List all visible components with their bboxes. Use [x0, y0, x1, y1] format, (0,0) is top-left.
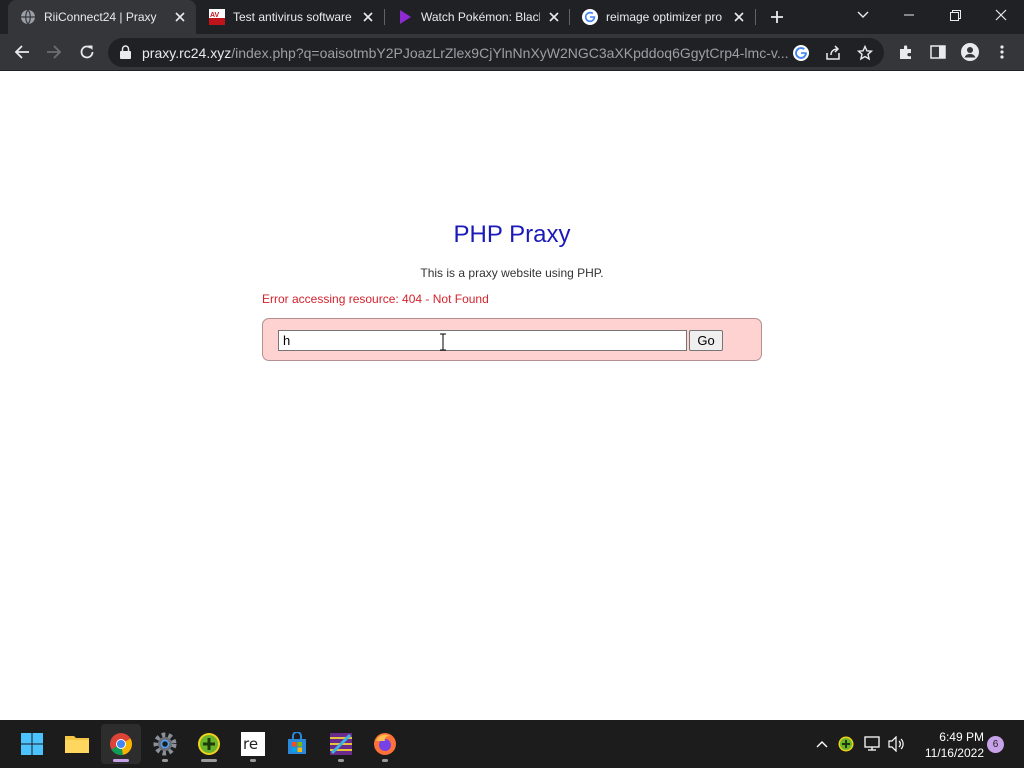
tab-reimage-optimizer[interactable]: reimage optimizer pro [570, 0, 755, 34]
forward-arrow-icon [47, 45, 62, 59]
taskbar-microsoft-store[interactable] [277, 724, 317, 764]
close-window-button[interactable] [978, 0, 1024, 30]
browser-toolbar: praxy.rc24.xyz/index.php?q=oaisotmbY2PJo… [0, 34, 1024, 71]
lock-icon[interactable] [120, 45, 134, 60]
address-text[interactable]: praxy.rc24.xyz/index.php?q=oaisotmbY2PJo… [142, 45, 802, 61]
tab-search-button[interactable] [840, 0, 886, 30]
network-icon [864, 736, 880, 751]
extensions-button[interactable] [892, 38, 920, 66]
taskbar-green-plus-app[interactable] [189, 724, 229, 764]
chrome-icon [110, 733, 133, 756]
taskbar-clock[interactable]: 6:49 PM 11/16/2022 [912, 729, 984, 761]
plus-icon [771, 11, 783, 23]
page-title: PHP Praxy [453, 221, 571, 248]
taskbar-settings[interactable] [145, 724, 185, 764]
new-tab-button[interactable] [764, 5, 790, 29]
side-panel-icon [930, 45, 946, 59]
restore-button[interactable] [932, 0, 978, 30]
menu-button[interactable] [988, 38, 1016, 66]
chevron-down-icon [857, 11, 869, 18]
puzzle-icon [900, 45, 911, 59]
text-cursor-icon [439, 333, 447, 351]
green-plus-app-icon [198, 733, 220, 755]
microsoft-store-icon [288, 732, 306, 754]
tab-title: Test antivirus software [233, 10, 352, 24]
minimize-icon [904, 14, 914, 16]
play-triangle-icon [397, 9, 413, 25]
tab-separator [755, 9, 756, 25]
tab-title: reimage optimizer pro [606, 10, 723, 24]
winrar-icon [330, 733, 352, 755]
tray-green-plus-app[interactable] [836, 734, 856, 754]
running-indicator [162, 759, 168, 762]
back-button[interactable] [8, 38, 36, 66]
tab-watch-pokemon[interactable]: Watch Pokémon: Black [385, 0, 570, 34]
windows-start-icon [21, 733, 43, 755]
close-tab-icon[interactable] [172, 9, 188, 25]
reload-icon [80, 45, 94, 59]
green-plus-tray-icon [838, 736, 854, 752]
firefox-icon [374, 733, 396, 755]
close-tab-icon[interactable] [731, 9, 747, 25]
close-icon [995, 9, 1007, 21]
start-button[interactable] [12, 724, 52, 764]
close-tab-icon[interactable] [360, 9, 376, 25]
profile-button[interactable] [956, 38, 984, 66]
google-lens-icon[interactable] [790, 42, 812, 64]
taskbar-reimage[interactable]: re [233, 724, 273, 764]
running-indicator [201, 759, 217, 762]
back-arrow-icon [14, 45, 29, 59]
restore-icon [949, 9, 961, 21]
av-test-icon: AV [209, 9, 225, 25]
tab-riiconnect24[interactable]: RiiConnect24 | Praxy [8, 0, 196, 34]
svg-text:re: re [243, 735, 258, 753]
tab-test-antivirus[interactable]: AV Test antivirus software [197, 0, 384, 34]
tab-title: RiiConnect24 | Praxy [44, 10, 157, 24]
clock-time: 6:49 PM [939, 730, 984, 744]
address-path: /index.php?q=oaisotmbY2PJoazLrZlex9CjYln… [231, 45, 789, 61]
taskbar-firefox[interactable] [365, 724, 405, 764]
url-input[interactable]: h [278, 330, 687, 351]
proxy-form: h Go [262, 318, 762, 361]
running-indicator [338, 759, 344, 762]
file-explorer-icon [65, 736, 89, 753]
close-tab-icon[interactable] [546, 9, 562, 25]
chevron-up-icon [816, 741, 828, 748]
tab-title: Watch Pokémon: Black [421, 10, 540, 24]
reimage-icon: re [241, 732, 265, 756]
svg-text:AV: AV [210, 12, 220, 19]
settings-gear-icon [153, 732, 177, 756]
clock-date: 11/16/2022 [924, 746, 984, 760]
profile-avatar-icon [961, 43, 979, 61]
share-icon[interactable] [822, 42, 844, 64]
forward-button[interactable] [40, 38, 68, 66]
volume-button[interactable] [887, 734, 907, 754]
error-message: Error accessing resource: 404 - Not Foun… [262, 292, 489, 306]
taskbar-file-explorer[interactable] [57, 724, 97, 764]
running-indicator [250, 759, 256, 762]
google-icon [582, 9, 598, 25]
reload-button[interactable] [73, 38, 101, 66]
taskbar-chrome[interactable] [101, 724, 141, 764]
taskbar-winrar[interactable] [321, 724, 361, 764]
notification-badge[interactable]: 6 [987, 736, 1004, 753]
taskbar: re 6:49 PM 11/16/2022 [0, 720, 1024, 768]
globe-icon [20, 9, 36, 25]
address-host: praxy.rc24.xyz [142, 45, 232, 61]
tab-strip: RiiConnect24 | Praxy AV Test antivirus s… [0, 0, 1024, 34]
go-button[interactable]: Go [689, 330, 723, 351]
page-subtitle: This is a praxy website using PHP. [420, 266, 604, 280]
kebab-menu-icon [1000, 45, 1004, 59]
minimize-button[interactable] [886, 0, 932, 30]
bookmark-star-icon[interactable] [854, 42, 876, 64]
side-panel-button[interactable] [924, 38, 952, 66]
speaker-icon [888, 736, 904, 752]
running-indicator [382, 759, 388, 762]
page-content: PHP Praxy This is a praxy website using … [0, 72, 1024, 720]
running-indicator [113, 759, 129, 762]
network-button[interactable] [862, 734, 882, 754]
address-bar[interactable]: praxy.rc24.xyz/index.php?q=oaisotmbY2PJo… [108, 38, 884, 67]
show-hidden-icons-button[interactable] [812, 734, 832, 754]
